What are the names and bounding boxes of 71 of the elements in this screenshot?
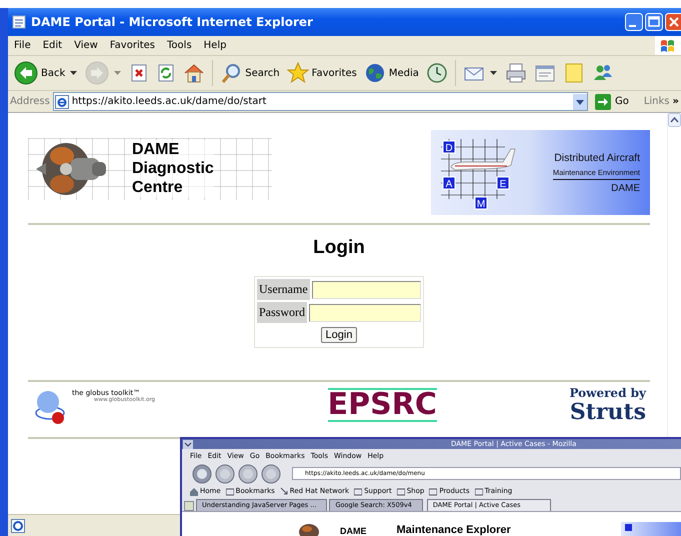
banner-name: DAME (611, 182, 640, 194)
folder-icon (396, 486, 405, 496)
stop-icon[interactable] (261, 464, 281, 484)
flag-icon (660, 38, 676, 54)
powered-by-label: Powered by (569, 386, 646, 400)
letter-tile: A (442, 176, 456, 190)
search-icon (220, 62, 242, 84)
home-icon (183, 62, 206, 84)
back-icon[interactable] (192, 464, 212, 484)
folder-icon (226, 486, 234, 496)
logo-title: DAME Diagnostic Centre (132, 140, 214, 197)
house-icon (190, 486, 198, 496)
engine-drawing (298, 524, 320, 536)
stop-icon (129, 63, 150, 83)
address-field[interactable]: https://akito.leeds.ac.uk/dame/do/start (52, 92, 588, 111)
input-field[interactable] (312, 281, 421, 299)
letter-tile: D (442, 140, 456, 154)
page-icon (54, 94, 69, 108)
link-icon (280, 486, 288, 496)
page-heading: Maintenance Explorer (396, 524, 511, 536)
back-icon (14, 61, 38, 85)
menu-item[interactable]: File (8, 40, 37, 51)
caret-icon (70, 71, 78, 75)
forward-icon[interactable] (215, 464, 235, 484)
tab-icon (184, 501, 194, 511)
globe-icon (364, 62, 386, 84)
field-label: Password (257, 302, 308, 323)
page-heading: Login (312, 237, 366, 259)
logo-title: DAME (340, 526, 366, 536)
page-icon (12, 15, 26, 29)
favorites-button[interactable]: Favorites (284, 62, 359, 84)
field-label: Username (257, 279, 310, 300)
menu-item[interactable]: Tools (161, 40, 198, 51)
struts-logo: Struts (570, 400, 646, 424)
epsrc-logo: EPSRC (328, 388, 437, 422)
printer-icon (504, 62, 527, 84)
chevron-button[interactable]: » (672, 96, 679, 107)
minimize-icon[interactable] (625, 13, 643, 31)
back-button[interactable]: Back (12, 61, 80, 85)
login-button[interactable]: Login (320, 327, 358, 343)
close-icon[interactable] (665, 13, 681, 31)
go-button[interactable]: Go (590, 94, 635, 110)
address-label: Address (10, 96, 50, 107)
maximize-icon[interactable] (645, 13, 663, 31)
window-menu-icon (183, 440, 193, 448)
folder-icon (474, 486, 483, 496)
menu-item[interactable]: Favorites (104, 40, 162, 51)
banner-title: Distributed Aircraft (554, 152, 640, 164)
caret-icon (490, 71, 497, 75)
note-icon (562, 62, 585, 84)
links-label[interactable]: Links (644, 96, 670, 107)
reload-icon[interactable] (238, 464, 258, 484)
menu-item[interactable]: Edit (36, 40, 68, 51)
input-field[interactable] (309, 304, 421, 322)
media-button[interactable]: Media (362, 62, 421, 84)
search-button[interactable]: Search (218, 62, 282, 84)
forward-icon (85, 61, 110, 85)
logo-panel-icon (621, 522, 681, 536)
folder-icon (354, 486, 362, 496)
star-icon (286, 62, 309, 84)
folder-icon (429, 486, 438, 496)
window-title: DAME Portal - Microsoft Internet Explorer (31, 15, 314, 29)
menu-item[interactable]: Help (198, 40, 232, 51)
dropdown-icon (572, 94, 587, 110)
letter-tile: M (474, 196, 488, 210)
caret-icon (114, 71, 122, 75)
letter-tile: E (496, 176, 510, 190)
ie-page-icon (11, 518, 25, 532)
history-icon (426, 62, 448, 84)
menu-item[interactable]: View (68, 40, 104, 51)
refresh-icon (156, 63, 176, 83)
